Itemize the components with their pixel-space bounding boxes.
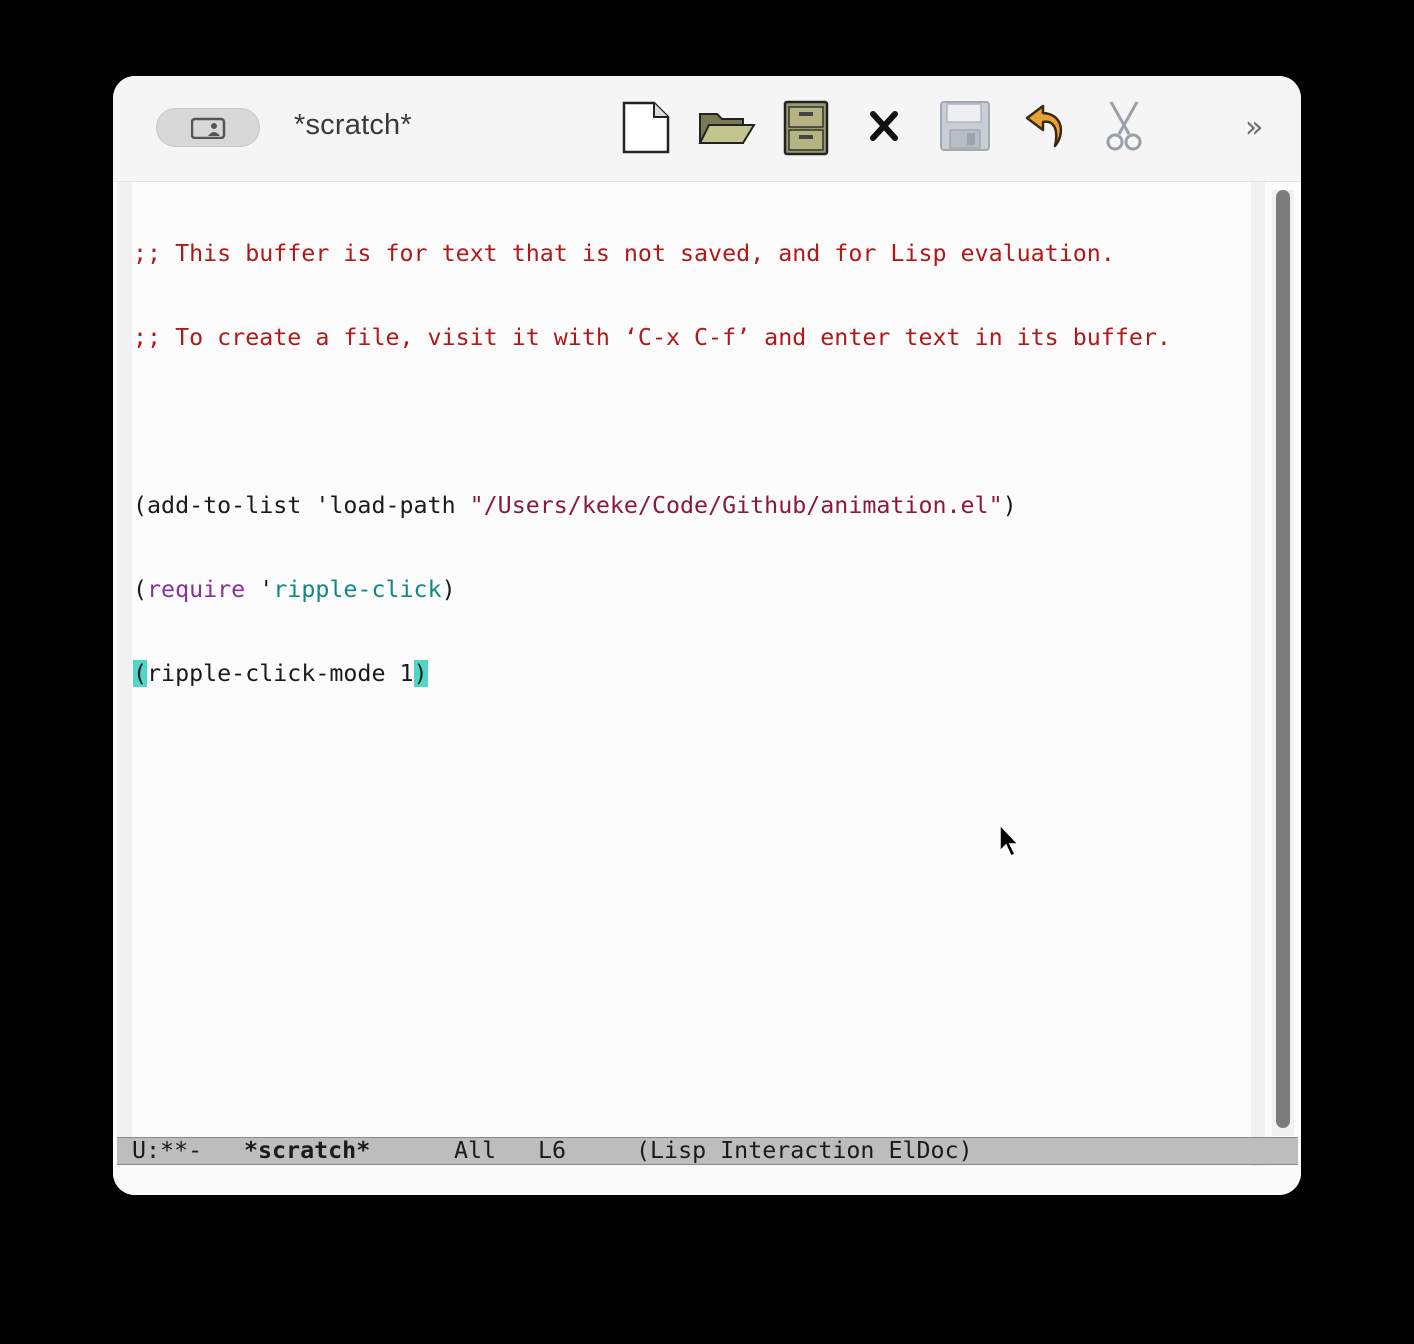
mode-line[interactable]: U:**- *scratch* All L6 (Lisp Interaction… [117,1137,1298,1165]
code-line-add-to-list: (add-to-list 'load-path "/Users/keke/Cod… [133,492,1171,520]
code-text: ) [441,576,456,603]
undo-button[interactable] [1023,100,1079,156]
code-text: ( [133,576,148,603]
sidebar-icon [191,117,226,139]
buffer-text[interactable]: ;; This buffer is for text that is not s… [133,184,1171,744]
save-button[interactable] [939,100,995,156]
code-text: (add-to-list 'load-path [133,492,470,519]
new-file-button[interactable] [619,100,675,156]
constant-symbol: ripple-click [273,576,442,603]
matched-paren: ) [413,660,428,687]
scissors-icon [1106,101,1142,151]
comment-line: ;; To create a file, visit it with ‘C-x … [133,324,1171,351]
mouse-pointer-icon [999,823,1020,858]
undo-icon [1025,104,1063,148]
scrollbar[interactable] [1272,190,1294,1136]
modeline-modes[interactable]: (Lisp Interaction ElDoc) [636,1138,973,1164]
code-line-require: (require 'ripple-click) [133,576,1171,604]
file-cabinet-icon [783,100,829,156]
code-text: ' [245,576,274,603]
titlebar: *scratch* » [113,76,1301,182]
window-title: *scratch* [294,109,412,141]
open-file-button[interactable] [697,100,756,156]
modeline-position: All [454,1137,497,1164]
string-literal: "/Users/keke/Code/Github/animation.el" [469,492,1003,519]
code-text: ) [1002,492,1017,519]
code-line-mode: (ripple-click-mode 1) [133,660,1171,688]
kill-buffer-button[interactable] [867,100,923,156]
modeline-status: U:**- [132,1137,203,1164]
cut-button[interactable] [1103,100,1159,156]
sidebar-toggle-button[interactable] [156,108,260,147]
emacs-window: *scratch* » ;; This buffer is for text t… [113,76,1301,1195]
modeline-line-number: L6 [538,1137,567,1164]
dired-button[interactable] [781,100,837,156]
left-fringe [117,182,132,1137]
new-file-icon [622,101,670,154]
matched-paren: ( [133,660,148,687]
open-folder-icon [698,113,756,144]
toolbar-overflow-button[interactable]: » [1245,110,1263,145]
comment-line: ;; This buffer is for text that is not s… [133,240,1115,267]
keyword: require [147,576,246,603]
save-disk-icon [940,101,990,151]
scrollbar-thumb[interactable] [1276,190,1290,1128]
close-icon [870,111,898,141]
editor-area[interactable]: ;; This buffer is for text that is not s… [113,182,1301,1195]
right-fringe [1251,182,1265,1195]
code-text: ripple-click-mode 1 [147,660,414,687]
echo-area[interactable] [113,1166,1301,1195]
modeline-buffer-name[interactable]: *scratch* [244,1138,370,1164]
